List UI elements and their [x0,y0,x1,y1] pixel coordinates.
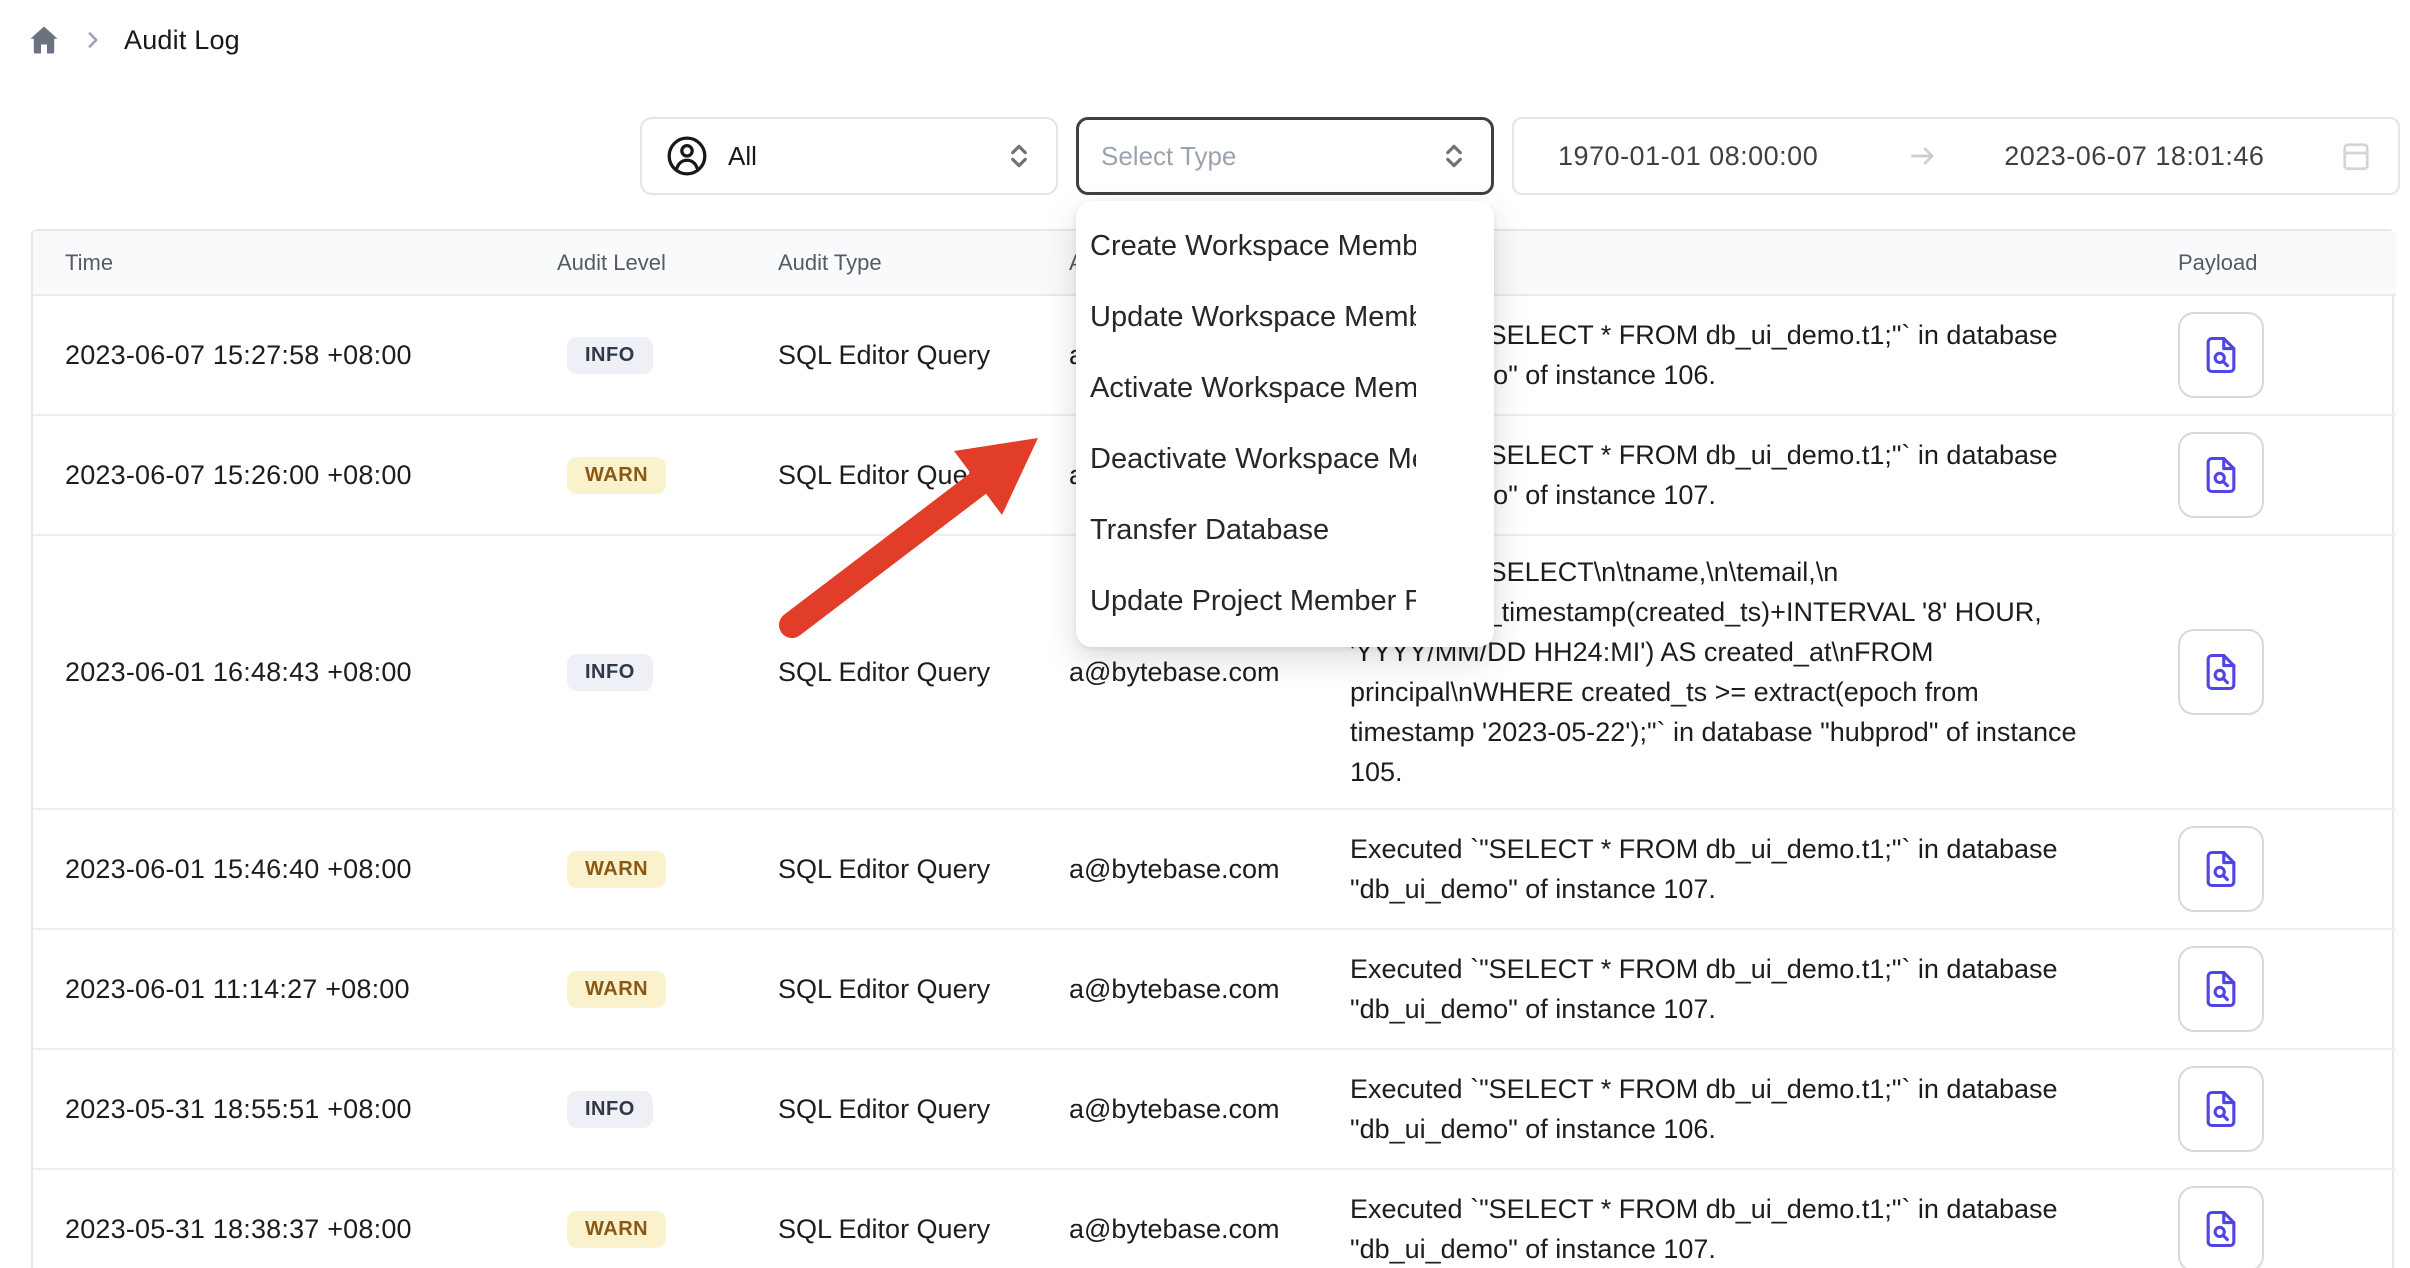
audit-type-cell: SQL Editor Query [773,1049,1064,1169]
actor-cell: a@bytebase.com [1064,929,1345,1049]
comment-cell: Executed `"SELECT * FROM db_ui_demo.t1;"… [1345,809,2161,929]
file-search-icon [2199,333,2243,377]
file-search-icon [2199,967,2243,1011]
audit-type-cell: SQL Editor Query [773,415,1064,535]
dropdown-item[interactable]: Transfer Database [1076,495,1494,566]
time-cell: 2023-06-07 15:26:00 +08:00 [33,415,557,535]
chevron-right-icon [80,27,106,53]
table-row: 2023-05-31 18:38:37 +08:00 WARN SQL Edit… [33,1169,2396,1268]
column-header-audit-level: Audit Level [557,231,773,295]
table-row: 2023-06-01 11:14:27 +08:00 WARN SQL Edit… [33,929,2396,1049]
audit-level-badge: WARN [567,851,666,888]
comment-cell: Executed `"SELECT * FROM db_ui_demo.t1;"… [1345,929,2161,1049]
audit-type-cell: SQL Editor Query [773,295,1064,415]
audit-level-badge: INFO [567,654,653,691]
actor-cell: a@bytebase.com [1064,809,1345,929]
audit-level-badge: INFO [567,337,653,374]
audit-type-cell: SQL Editor Query [773,929,1064,1049]
table-row: 2023-06-01 15:46:40 +08:00 WARN SQL Edit… [33,809,2396,929]
view-payload-button[interactable] [2178,946,2264,1032]
audit-level-badge: INFO [567,1091,653,1128]
audit-level-badge: WARN [567,971,666,1008]
type-dropdown-menu: Create Workspace MemberUpdate Workspace … [1076,201,1494,647]
view-payload-button[interactable] [2178,826,2264,912]
type-filter-select[interactable]: Select Type [1076,117,1494,195]
comment-cell: Executed `"SELECT * FROM db_ui_demo.t1;"… [1345,1169,2161,1268]
dropdown-item[interactable]: Update Project Member Role [1076,566,1494,637]
actor-cell: a@bytebase.com [1064,1169,1345,1268]
dropdown-item[interactable]: Update Workspace Member [1076,282,1494,353]
date-range-start: 1970-01-01 08:00:00 [1558,141,1818,172]
calendar-icon [2338,138,2374,174]
actor-cell: a@bytebase.com [1064,1049,1345,1169]
time-cell: 2023-06-01 11:14:27 +08:00 [33,929,557,1049]
file-search-icon [2199,1207,2243,1251]
user-circle-icon [664,133,710,179]
column-header-audit-type: Audit Type [773,231,1064,295]
dropdown-item[interactable]: Activate Workspace Member [1076,353,1494,424]
audit-type-cell: SQL Editor Query [773,535,1064,809]
audit-level-badge: WARN [567,457,666,494]
page-title: Audit Log [124,25,240,56]
dropdown-item[interactable]: Deactivate Workspace Member [1076,424,1494,495]
file-search-icon [2199,1087,2243,1131]
view-payload-button[interactable] [2178,1066,2264,1152]
comment-cell: Executed `"SELECT * FROM db_ui_demo.t1;"… [1345,1049,2161,1169]
view-payload-button[interactable] [2178,432,2264,518]
file-search-icon [2199,650,2243,694]
file-search-icon [2199,847,2243,891]
time-cell: 2023-06-01 15:46:40 +08:00 [33,809,557,929]
file-search-icon [2199,453,2243,497]
date-range-picker[interactable]: 1970-01-01 08:00:00 2023-06-07 18:01:46 [1512,117,2400,195]
chevron-updown-icon [1439,141,1469,171]
time-cell: 2023-06-01 16:48:43 +08:00 [33,535,557,809]
view-payload-button[interactable] [2178,312,2264,398]
view-payload-button[interactable] [2178,629,2264,715]
column-header-payload: Payload [2161,231,2396,295]
dropdown-item[interactable]: Create Workspace Member [1076,211,1494,282]
audit-type-cell: SQL Editor Query [773,1169,1064,1268]
arrow-right-icon [1906,139,1940,173]
view-payload-button[interactable] [2178,1186,2264,1268]
breadcrumb: Audit Log [26,22,240,58]
chevron-updown-icon [1004,141,1034,171]
actor-filter-select[interactable]: All [640,117,1058,195]
audit-log-page: Audit Log All Select Type 1970-01-01 08:… [0,0,2410,1268]
time-cell: 2023-05-31 18:55:51 +08:00 [33,1049,557,1169]
actor-filter-value: All [728,141,757,172]
table-row: 2023-05-31 18:55:51 +08:00 INFO SQL Edit… [33,1049,2396,1169]
audit-type-cell: SQL Editor Query [773,809,1064,929]
time-cell: 2023-05-31 18:38:37 +08:00 [33,1169,557,1268]
audit-level-badge: WARN [567,1211,666,1248]
time-cell: 2023-06-07 15:27:58 +08:00 [33,295,557,415]
type-filter-placeholder: Select Type [1101,141,1236,172]
home-icon[interactable] [26,22,62,58]
filter-bar: All Select Type 1970-01-01 08:00:00 2023… [640,117,2400,195]
column-header-time: Time [33,231,557,295]
date-range-end: 2023-06-07 18:01:46 [2004,141,2264,172]
